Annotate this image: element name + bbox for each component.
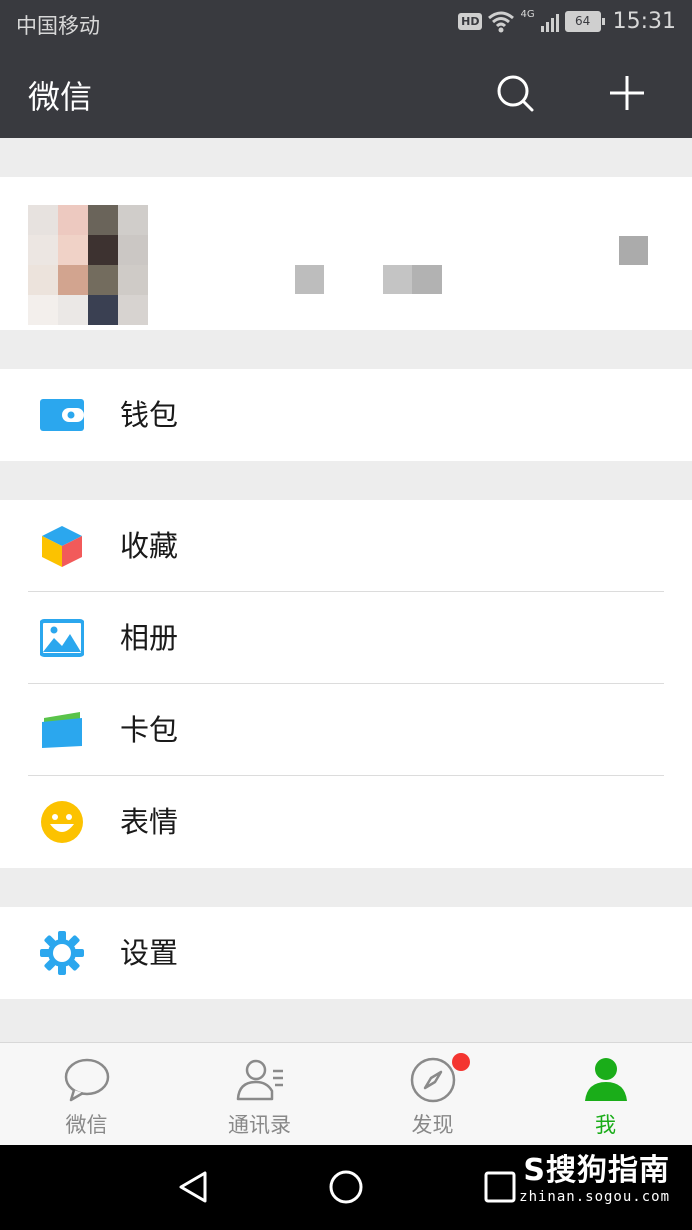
tab-label: 我 — [595, 1113, 616, 1137]
search-icon[interactable] — [495, 73, 535, 113]
pixelated-name — [412, 265, 442, 294]
smiley-icon — [41, 801, 83, 843]
tab-discover[interactable]: 发现 — [346, 1043, 519, 1146]
clock: 15:31 — [612, 9, 676, 34]
signal-icon — [540, 12, 559, 32]
album-picture-icon — [40, 619, 84, 657]
settings-section: 设置 — [0, 907, 692, 999]
menu-label: 表情 — [120, 805, 179, 839]
pixelated-name — [295, 265, 324, 294]
tab-chats[interactable]: 微信 — [0, 1043, 173, 1146]
menu-label: 收藏 — [120, 529, 179, 563]
notification-badge — [452, 1053, 470, 1071]
watermark: S搜狗指南 zhinan.sogou.com — [519, 1145, 670, 1205]
chat-bubble-icon — [64, 1058, 110, 1102]
network-type: 4G — [520, 9, 535, 20]
menu-item-album[interactable]: 相册 — [0, 592, 692, 684]
recent-apps-icon[interactable] — [480, 1167, 520, 1207]
home-icon[interactable] — [326, 1167, 366, 1207]
bottom-tab-bar: 微信 通讯录 发现 我 — [0, 1042, 692, 1146]
profile-card[interactable] — [0, 177, 692, 330]
qr-code-icon[interactable] — [619, 236, 648, 265]
hd-icon: HD — [458, 13, 483, 30]
tab-contacts[interactable]: 通讯录 — [173, 1043, 346, 1146]
compass-icon — [410, 1057, 456, 1103]
add-icon[interactable] — [607, 73, 647, 113]
page-title: 微信 — [28, 78, 93, 116]
favorites-cube-icon — [42, 526, 82, 567]
watermark-url: zhinan.sogou.com — [519, 1189, 670, 1205]
menu-label: 卡包 — [120, 713, 179, 747]
tab-label: 发现 — [411, 1113, 454, 1137]
tab-label: 通讯录 — [228, 1113, 291, 1137]
battery-icon: 64 — [564, 11, 605, 32]
me-person-icon — [585, 1058, 627, 1101]
status-bar: 中国移动 HD 4G 64 15:31 — [0, 0, 692, 48]
contacts-icon — [236, 1059, 283, 1101]
status-icons: HD 4G 64 15:31 — [458, 9, 676, 34]
tab-me[interactable]: 我 — [519, 1043, 692, 1146]
card-pack-icon — [42, 712, 82, 748]
menu-item-card-pack[interactable]: 卡包 — [0, 684, 692, 776]
menu-item-wallet[interactable]: 钱包 — [0, 369, 692, 461]
menu-label: 设置 — [120, 936, 179, 970]
battery-level: 64 — [574, 14, 591, 28]
carrier-name: 中国移动 — [16, 14, 100, 38]
tools-section: 收藏 相册 卡包 表情 — [0, 500, 692, 868]
avatar — [28, 205, 148, 325]
pixelated-name — [383, 265, 412, 294]
menu-label: 钱包 — [120, 398, 179, 432]
watermark-logo: S搜狗指南 — [523, 1153, 670, 1188]
tab-label: 微信 — [65, 1113, 108, 1137]
back-icon[interactable] — [173, 1167, 213, 1207]
wifi-icon — [488, 11, 515, 32]
wallet-section: 钱包 — [0, 369, 692, 461]
menu-label: 相册 — [120, 621, 179, 655]
system-nav-bar: S搜狗指南 zhinan.sogou.com — [0, 1145, 692, 1230]
wallet-icon — [40, 399, 84, 431]
menu-item-settings[interactable]: 设置 — [0, 907, 692, 999]
menu-item-favorites[interactable]: 收藏 — [0, 500, 692, 592]
menu-item-stickers[interactable]: 表情 — [0, 776, 692, 868]
title-bar: 微信 — [0, 48, 692, 138]
settings-gear-icon — [40, 931, 84, 975]
